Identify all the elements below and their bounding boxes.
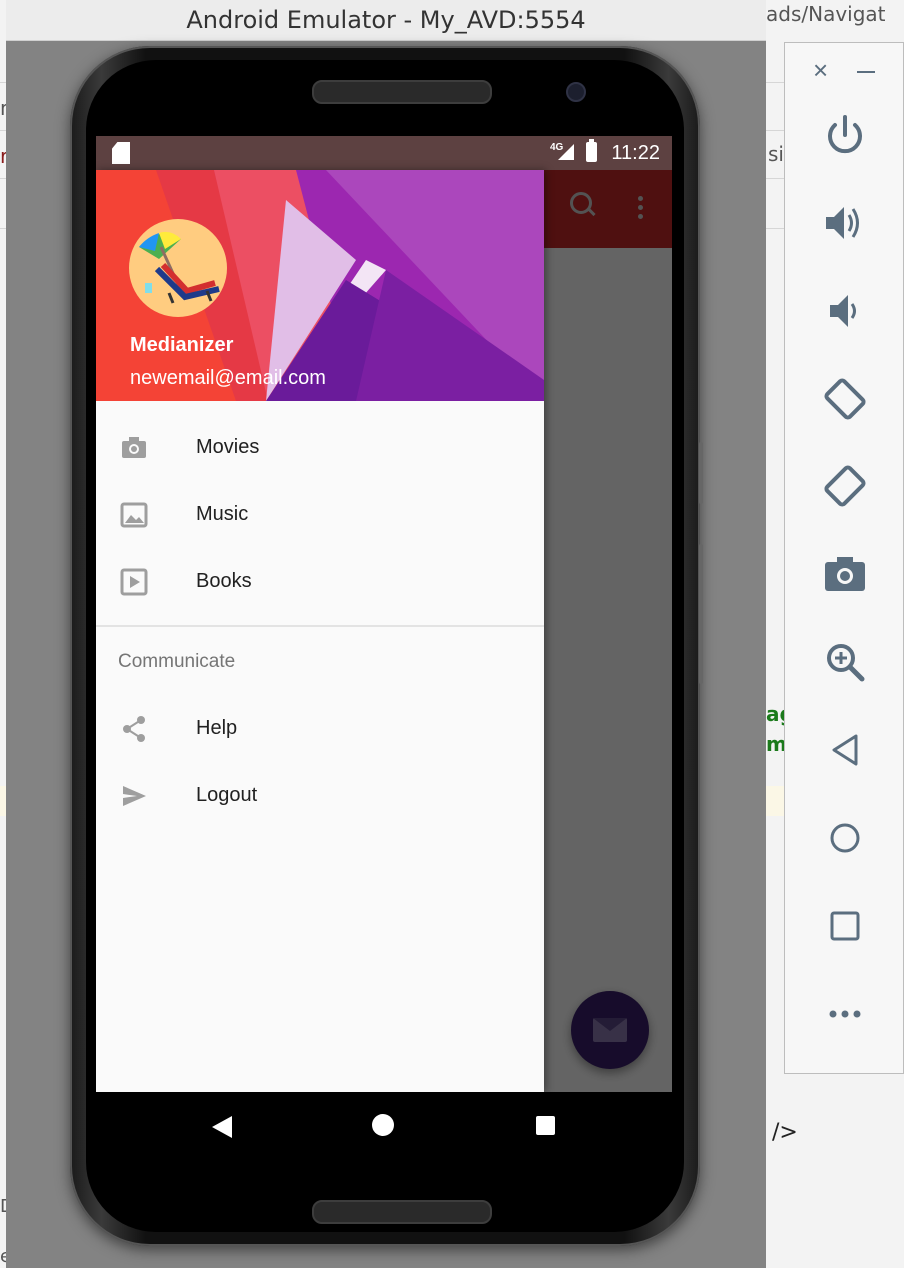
- share-icon: [120, 715, 148, 743]
- drawer-item-logout[interactable]: Logout: [96, 762, 544, 828]
- drawer-user-name: Medianizer: [130, 334, 234, 356]
- device-screen: 4G 11:22 Medianizer newemail@email.com M…: [96, 136, 672, 1092]
- back-icon[interactable]: [212, 1116, 232, 1138]
- slideshow-icon: [120, 568, 148, 596]
- close-icon[interactable]: ×: [813, 55, 828, 85]
- zoom-button[interactable]: [820, 637, 870, 687]
- status-time: 11:22: [611, 142, 660, 164]
- device-back-button[interactable]: [820, 725, 870, 775]
- overview-icon: [830, 911, 860, 941]
- speaker-grille-bottom: [312, 1200, 492, 1224]
- send-icon: [120, 782, 148, 810]
- screenshot-icon: [825, 557, 865, 591]
- status-bar: 4G 11:22: [96, 136, 672, 170]
- rotate-right-button[interactable]: [820, 461, 870, 511]
- drawer-item-music[interactable]: Music: [96, 481, 544, 547]
- phone-side-button[interactable]: [699, 442, 703, 504]
- drawer-item-movies[interactable]: Movies: [96, 414, 544, 480]
- battery-icon: [586, 139, 597, 162]
- phone-volume-button[interactable]: [699, 544, 703, 684]
- window-title: Android Emulator - My_AVD:5554: [6, 0, 766, 41]
- drawer-item-label: Books: [196, 570, 252, 592]
- ide-code-fragment: />: [772, 1120, 798, 1145]
- rotate-right-icon: [824, 465, 866, 507]
- minimize-icon[interactable]: [857, 71, 875, 73]
- front-camera: [566, 82, 586, 102]
- sd-card-icon: [112, 142, 130, 164]
- home-icon[interactable]: [372, 1114, 394, 1136]
- drawer-section-title: Communicate: [118, 651, 236, 672]
- drawer-item-label: Help: [196, 717, 238, 739]
- drawer-item-books[interactable]: Books: [96, 548, 544, 614]
- android-nav-bar: [96, 1092, 672, 1162]
- power-icon: [828, 115, 862, 154]
- recents-icon[interactable]: [536, 1116, 555, 1135]
- drawer-header: Medianizer newemail@email.com: [96, 170, 544, 401]
- screenshot-button[interactable]: [820, 549, 870, 599]
- drawer-item-help[interactable]: Help: [96, 695, 544, 761]
- signal-icon: [558, 144, 574, 160]
- back-icon: [832, 734, 858, 766]
- camera-icon: [120, 434, 148, 462]
- drawer-user-email: newemail@email.com: [130, 367, 326, 389]
- home-icon: [830, 823, 860, 853]
- zoom-icon: [827, 644, 865, 682]
- more-icon: [829, 1010, 861, 1018]
- volume-down-button[interactable]: [820, 286, 870, 336]
- volume-up-button[interactable]: [820, 198, 870, 248]
- emulator-controls-panel: ×: [784, 42, 904, 1074]
- gallery-icon: [120, 501, 148, 529]
- beach-chair-icon: [139, 231, 220, 304]
- volume-up-icon: [826, 207, 859, 239]
- avatar[interactable]: [129, 219, 227, 317]
- drawer-divider: [96, 625, 544, 627]
- rotate-left-icon: [824, 378, 866, 420]
- device-overview-button[interactable]: [820, 901, 870, 951]
- panel-header: ×: [785, 43, 903, 99]
- more-options-button[interactable]: [820, 989, 870, 1039]
- power-button[interactable]: [820, 111, 870, 161]
- device-home-button[interactable]: [820, 813, 870, 863]
- navigation-drawer: Medianizer newemail@email.com Movies Mus…: [96, 170, 544, 1092]
- speaker-grille-top: [312, 80, 492, 104]
- volume-down-icon: [830, 295, 856, 327]
- rotate-left-button[interactable]: [820, 374, 870, 424]
- drawer-item-label: Music: [196, 503, 249, 525]
- ide-tab-fragment: ads/Navigat: [766, 2, 886, 26]
- drawer-item-label: Movies: [196, 436, 260, 458]
- drawer-item-label: Logout: [196, 784, 258, 806]
